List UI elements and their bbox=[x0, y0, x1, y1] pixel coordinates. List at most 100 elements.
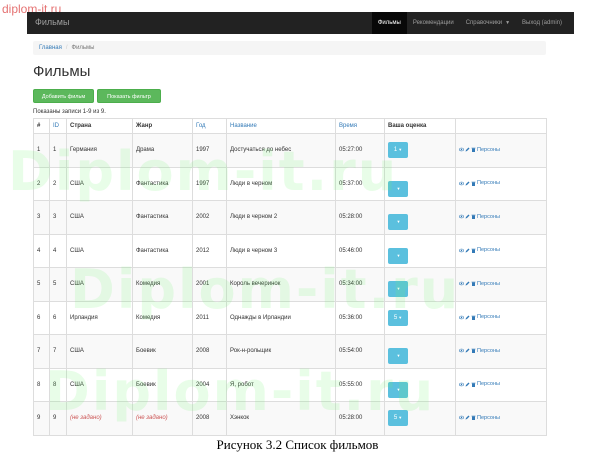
col-header-genre: Жанр bbox=[132, 118, 193, 134]
pencil-icon[interactable] bbox=[465, 382, 470, 387]
cell-id: 9 bbox=[49, 401, 67, 436]
show-filter-button[interactable]: Показать фильтр bbox=[97, 89, 161, 103]
cell-actions: Персоны bbox=[455, 200, 547, 235]
col-header-title[interactable]: Название bbox=[226, 118, 336, 134]
trash-icon[interactable] bbox=[471, 214, 476, 220]
eye-icon[interactable] bbox=[459, 147, 464, 152]
persons-link[interactable]: Персоны bbox=[477, 247, 500, 253]
col-header-year[interactable]: Год bbox=[192, 118, 227, 134]
cell-num: 1 bbox=[33, 133, 50, 168]
eye-icon[interactable] bbox=[459, 382, 464, 387]
eye-icon[interactable] bbox=[459, 214, 464, 219]
table-row: 9 9 (не задано) (не задано) 2008 Хэнкок 05:28:… bbox=[33, 401, 547, 436]
eye-icon[interactable] bbox=[459, 348, 464, 353]
add-film-button[interactable]: Добавить фильм bbox=[33, 89, 94, 103]
eye-icon[interactable] bbox=[459, 181, 464, 186]
cell-num: 4 bbox=[33, 233, 50, 268]
nav-item-references[interactable]: Справочники ▼ bbox=[460, 12, 516, 34]
persons-link[interactable]: Персоны bbox=[477, 381, 500, 387]
cell-year: 2001 bbox=[192, 267, 227, 302]
cell-rating: ▼ bbox=[384, 233, 456, 268]
cell-genre: Драма bbox=[132, 133, 193, 168]
breadcrumb-current: Фильмы bbox=[71, 45, 95, 51]
cell-genre: Фантастика bbox=[132, 233, 193, 268]
breadcrumb-home-link[interactable]: Главная bbox=[39, 45, 62, 51]
cell-actions: Персоны bbox=[455, 267, 547, 302]
trash-icon[interactable] bbox=[471, 348, 476, 354]
cell-genre: (не задано) bbox=[132, 401, 193, 436]
rating-dropdown-button[interactable]: ▼ bbox=[388, 180, 408, 197]
cell-time: 05:36:00 bbox=[335, 300, 385, 335]
rating-dropdown-button[interactable]: 5▼ bbox=[388, 309, 408, 326]
cell-actions: Персоны bbox=[455, 233, 547, 268]
cell-year: 2008 bbox=[192, 334, 227, 369]
table-row: 6 6 Ирландия Комедия 2011 Однажды в Ирландии 0… bbox=[33, 300, 547, 335]
cell-id: 1 bbox=[49, 133, 67, 168]
col-header-rating: Ваша оценка bbox=[384, 118, 456, 134]
rating-dropdown-button[interactable]: ▼ bbox=[388, 281, 408, 298]
trash-icon[interactable] bbox=[471, 248, 476, 253]
persons-link[interactable]: Персоны bbox=[477, 348, 500, 354]
rating-dropdown-button[interactable]: ▼ bbox=[388, 381, 408, 398]
cell-title: Люди в черном bbox=[226, 166, 336, 201]
figure-caption: Рисунок 3.2 Список фильмов bbox=[216, 437, 379, 452]
pencil-icon[interactable] bbox=[465, 214, 470, 219]
chevron-down-icon: ▼ bbox=[396, 386, 401, 392]
navbar-brand[interactable]: Фильмы bbox=[35, 17, 69, 27]
rating-dropdown-button[interactable]: ▼ bbox=[388, 247, 408, 264]
eye-icon[interactable] bbox=[459, 248, 464, 253]
table-row: 8 8 США Боевик 2004 Я, робот 05:55:00 ▼ Персоны bbox=[33, 367, 547, 402]
cell-rating: ▼ bbox=[384, 267, 456, 302]
cell-title: Люди в черном 2 bbox=[226, 200, 336, 235]
rating-dropdown-button[interactable]: ▼ bbox=[388, 348, 408, 365]
persons-link[interactable]: Персоны bbox=[477, 314, 500, 320]
eye-icon[interactable] bbox=[459, 281, 464, 286]
table-header-row: # ID Страна Жанр Год Название Время Ваша… bbox=[33, 118, 547, 134]
nav-item-recommendations[interactable]: Рекомендации bbox=[407, 12, 460, 34]
cell-year: 2002 bbox=[192, 200, 227, 235]
pencil-icon[interactable] bbox=[465, 281, 470, 286]
pencil-icon[interactable] bbox=[465, 315, 470, 320]
rating-dropdown-button[interactable]: 5▼ bbox=[388, 410, 408, 427]
chevron-down-icon: ▼ bbox=[398, 415, 403, 421]
cell-time: 05:27:00 bbox=[335, 133, 385, 168]
persons-link[interactable]: Персоны bbox=[477, 147, 500, 153]
pencil-icon[interactable] bbox=[465, 181, 470, 186]
cell-num: 6 bbox=[33, 300, 50, 335]
cell-actions: Персоны bbox=[455, 300, 547, 335]
trash-icon[interactable] bbox=[471, 415, 476, 421]
trash-icon[interactable] bbox=[471, 181, 476, 186]
trash-icon[interactable] bbox=[471, 382, 476, 387]
cell-rating: 5▼ bbox=[384, 300, 456, 335]
rating-value: 5 bbox=[393, 415, 398, 422]
persons-link[interactable]: Персоны bbox=[477, 214, 500, 220]
eye-icon[interactable] bbox=[459, 415, 464, 420]
nav-item-films[interactable]: Фильмы bbox=[371, 12, 407, 34]
col-header-time[interactable]: Время bbox=[335, 118, 385, 134]
eye-icon[interactable] bbox=[459, 315, 464, 320]
cell-country: США bbox=[66, 233, 133, 268]
nav-item-logout[interactable]: Выход (admin) bbox=[516, 12, 568, 34]
persons-link[interactable]: Персоны bbox=[477, 281, 500, 287]
rating-value: 5 bbox=[393, 314, 398, 321]
pencil-icon[interactable] bbox=[465, 415, 470, 420]
pencil-icon[interactable] bbox=[465, 348, 470, 353]
cell-rating: ▼ bbox=[384, 166, 456, 201]
cell-num: 7 bbox=[33, 334, 50, 369]
pencil-icon[interactable] bbox=[465, 147, 470, 152]
rating-dropdown-button[interactable]: 1▼ bbox=[388, 142, 408, 159]
cell-id: 3 bbox=[49, 200, 67, 235]
trash-icon[interactable] bbox=[471, 315, 476, 320]
persons-link[interactable]: Персоны bbox=[477, 180, 500, 186]
col-header-id[interactable]: ID bbox=[49, 118, 67, 134]
trash-icon[interactable] bbox=[471, 147, 476, 153]
col-header-actions bbox=[455, 118, 547, 134]
cell-genre: Комедия bbox=[132, 300, 193, 335]
breadcrumb: Главная / Фильмы bbox=[33, 41, 546, 55]
pencil-icon[interactable] bbox=[465, 248, 470, 253]
rating-dropdown-button[interactable]: ▼ bbox=[388, 214, 408, 231]
cell-id: 8 bbox=[49, 367, 67, 402]
persons-link[interactable]: Персоны bbox=[477, 415, 500, 421]
chevron-down-icon: ▼ bbox=[396, 353, 401, 359]
trash-icon[interactable] bbox=[471, 281, 476, 287]
